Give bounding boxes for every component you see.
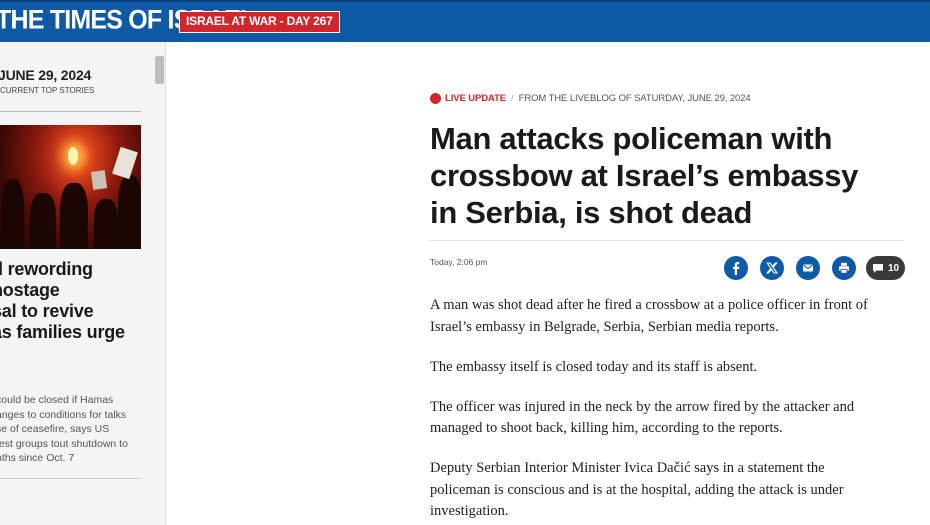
- email-icon: [802, 264, 814, 272]
- article-timestamp: Today, 2:06 pm: [430, 257, 488, 267]
- live-update-label[interactable]: LIVE UPDATE: [445, 93, 506, 104]
- protest-flag: [112, 146, 138, 180]
- facebook-share-button[interactable]: [724, 256, 748, 280]
- silhouette: [118, 175, 141, 249]
- body-paragraph: The embassy itself is closed today and i…: [430, 358, 758, 375]
- body-paragraph: The officer was injured in the neck by t…: [430, 398, 855, 437]
- print-button[interactable]: [832, 256, 856, 280]
- liveblog-source-link[interactable]: FROM THE LIVEBLOG OF SATURDAY, JUNE 29, …: [519, 93, 751, 104]
- header-top-strip: [0, 0, 930, 2]
- article-body: A man was shot dead after he fired a cro…: [430, 295, 910, 525]
- print-icon: [839, 262, 849, 274]
- body-paragraph: Deputy Serbian Interior Minister Ivica D…: [430, 460, 844, 519]
- silhouette: [2, 179, 24, 249]
- site-header: THE TIMES OF ISRAEL ISRAEL AT WAR - DAY …: [0, 0, 930, 42]
- silhouette: [60, 183, 88, 249]
- sidebar-divider: [0, 478, 141, 479]
- silhouette: [30, 193, 56, 249]
- email-share-button[interactable]: [796, 256, 820, 280]
- top-story-image[interactable]: [0, 125, 141, 249]
- live-dot-icon: [430, 92, 441, 104]
- article-kicker: LIVE UPDATE / FROM THE LIVEBLOG OF SATUR…: [430, 91, 751, 105]
- silhouette: [94, 199, 118, 249]
- comment-count: 10: [887, 262, 900, 274]
- top-story-summary: could be closed if Hamas anges to condit…: [0, 394, 128, 464]
- x-twitter-icon: [765, 262, 779, 274]
- x-share-button[interactable]: [760, 256, 784, 280]
- top-stories-sidebar: JUNE 29, 2024 CURRENT TOP STORIES d rewo…: [0, 42, 166, 525]
- flare-light: [68, 147, 78, 165]
- facebook-icon: [733, 262, 740, 275]
- sidebar-divider: [0, 111, 141, 112]
- protest-sign: [90, 170, 108, 190]
- sidebar-date: JUNE 29, 2024: [0, 67, 92, 83]
- kicker-separator: /: [511, 92, 514, 104]
- article-headline: Man attacks policeman with crossbow at I…: [430, 121, 859, 230]
- headline-divider: [430, 240, 904, 241]
- comments-button[interactable]: 10: [866, 256, 905, 280]
- comment-bubble-icon: [872, 263, 883, 273]
- top-story-headline[interactable]: d rewording hostage sal to revive as fam…: [0, 259, 142, 343]
- war-day-badge[interactable]: ISRAEL AT WAR - DAY 267: [179, 11, 340, 33]
- body-paragraph: A man was shot dead after he fired a cro…: [430, 297, 868, 335]
- sidebar-scrollbar[interactable]: [155, 56, 164, 84]
- sidebar-subtitle: CURRENT TOP STORIES: [0, 86, 95, 95]
